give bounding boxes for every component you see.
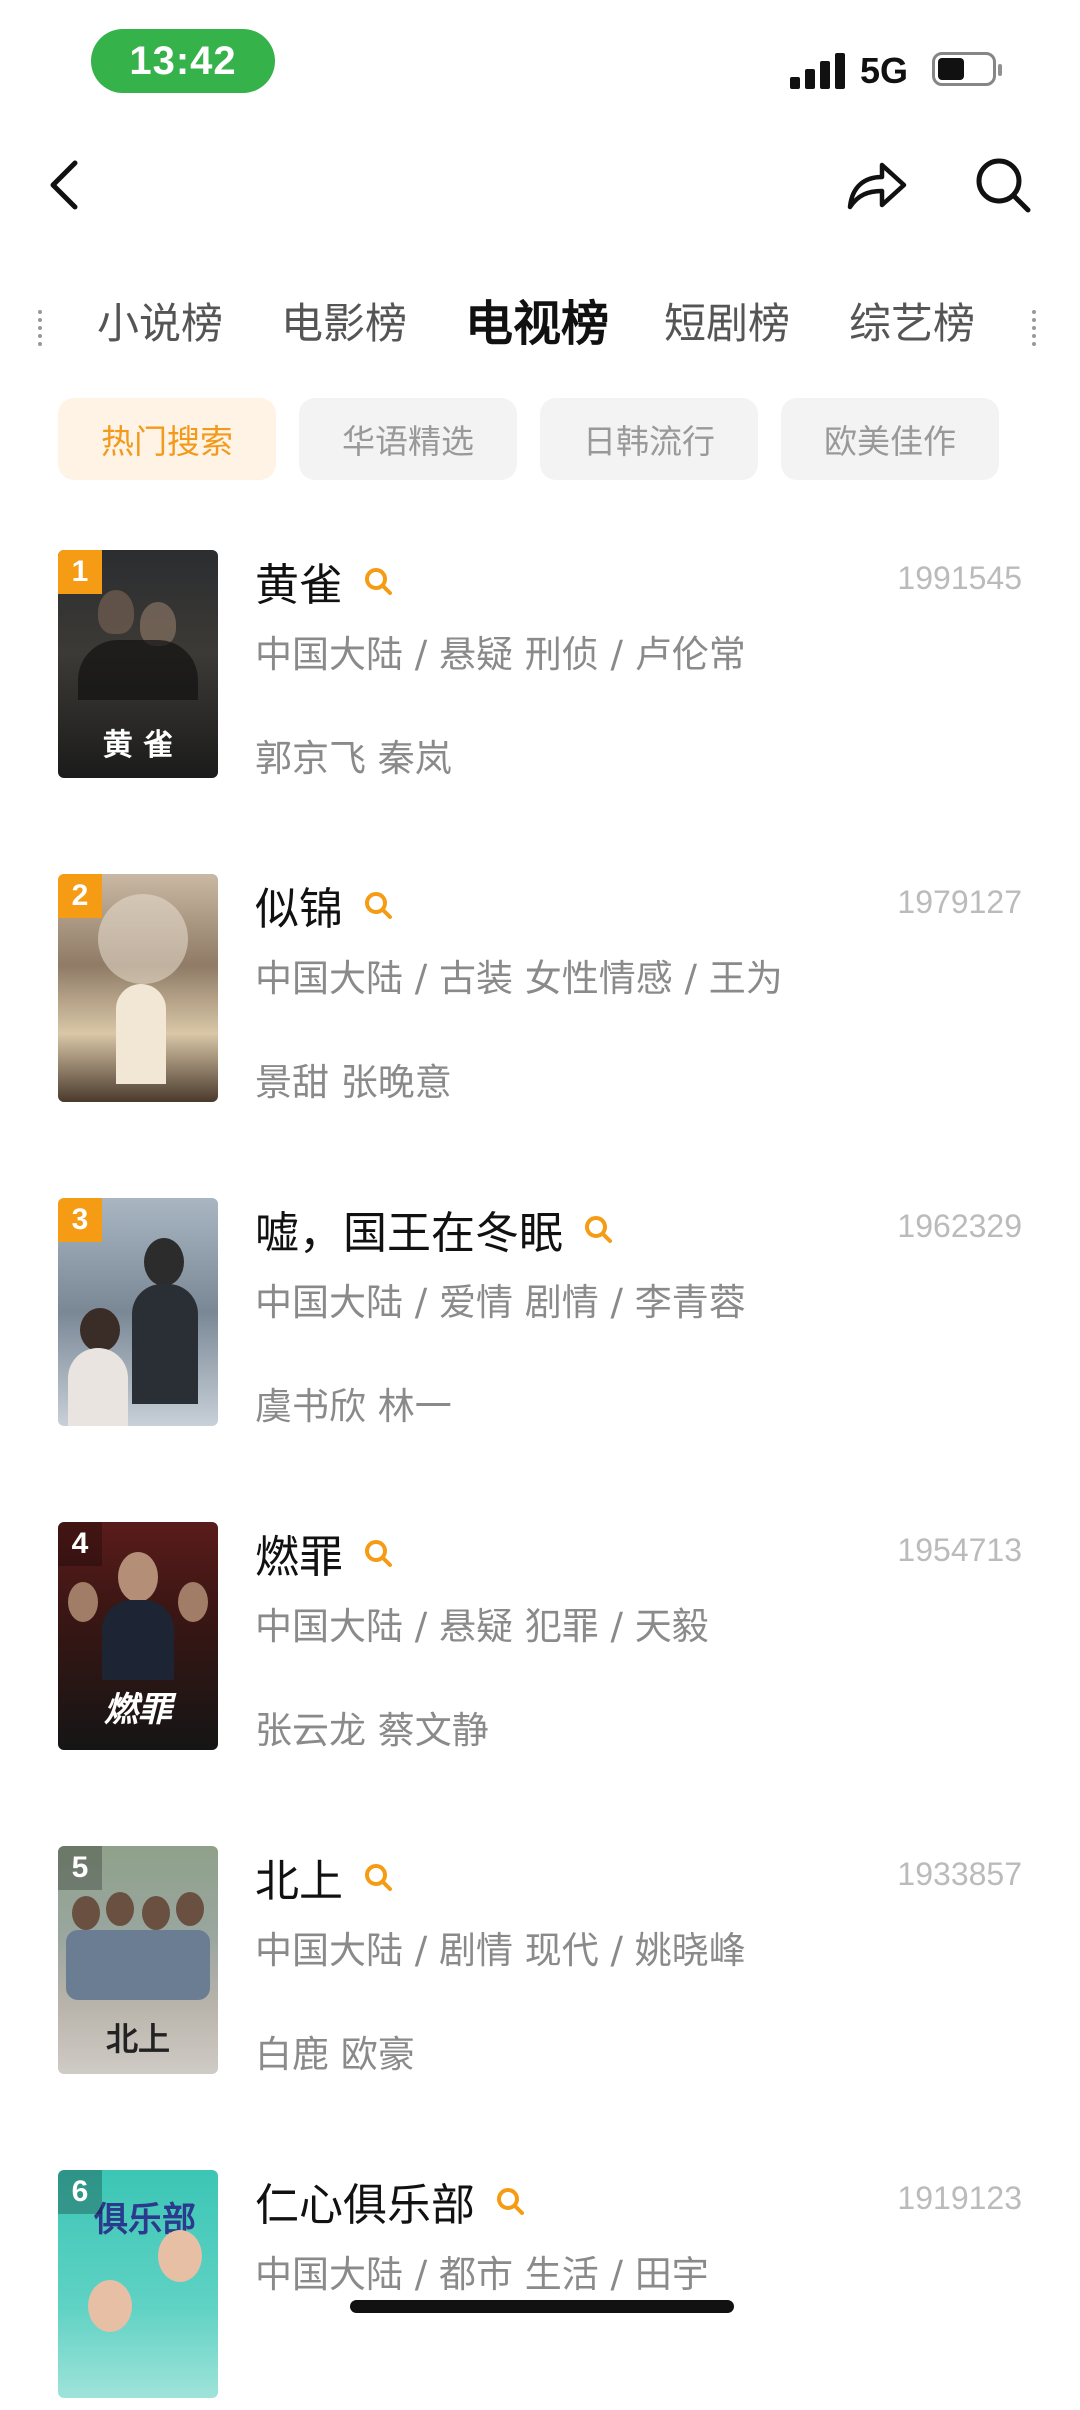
search-icon bbox=[365, 568, 392, 595]
chevron-left-icon bbox=[50, 160, 78, 210]
item-title-text: 仁心俱乐部 bbox=[255, 2180, 475, 2231]
tab-overflow-right bbox=[1032, 310, 1040, 346]
item-title-text: 黄雀 bbox=[255, 560, 343, 611]
search-icon bbox=[976, 158, 1031, 213]
search-count: 1979127 bbox=[897, 884, 1022, 920]
item-meta: 中国大陆 / 悬疑 犯罪 / 天毅 bbox=[255, 1605, 709, 1648]
network-label: 5G bbox=[860, 50, 909, 91]
back-button[interactable] bbox=[30, 150, 100, 220]
tab-overflow-left bbox=[38, 310, 46, 346]
list-item[interactable]: 俱乐部 6 仁心俱乐部 1919123 中国大陆 / 都市 生活 / 田宇 bbox=[0, 2170, 1080, 2410]
chip-western[interactable]: 欧美佳作 bbox=[781, 398, 999, 480]
nav-bar bbox=[0, 130, 1080, 230]
item-cast: 郭京飞 秦岚 bbox=[255, 737, 452, 780]
poster-title: 燃罪 bbox=[104, 1690, 172, 1730]
chip-jp-kr[interactable]: 日韩流行 bbox=[540, 398, 758, 480]
list-item[interactable]: 燃罪 4 燃罪 1954713 中国大陆 / 悬疑 犯罪 / 天毅 张云龙 蔡文… bbox=[0, 1522, 1080, 1762]
item-meta: 中国大陆 / 都市 生活 / 田宇 bbox=[255, 2253, 709, 2296]
share-icon bbox=[847, 162, 907, 210]
search-count: 1954713 bbox=[897, 1532, 1022, 1568]
share-button[interactable] bbox=[842, 150, 912, 220]
item-title: 燃罪 bbox=[255, 1522, 393, 1584]
search-icon bbox=[365, 892, 392, 919]
status-bar: 13:42 5G bbox=[0, 0, 1080, 120]
rank-badge: 1 bbox=[58, 550, 102, 594]
search-count: 1919123 bbox=[897, 2180, 1022, 2216]
search-count: 1991545 bbox=[897, 560, 1022, 596]
tab-tv[interactable]: 电视榜 bbox=[465, 284, 609, 354]
item-cast: 白鹿 欧豪 bbox=[255, 2033, 415, 2076]
item-meta: 中国大陆 / 剧情 现代 / 姚晓峰 bbox=[255, 1929, 746, 1972]
item-cast: 景甜 张晚意 bbox=[255, 1061, 452, 1104]
rank-badge: 4 bbox=[58, 1522, 102, 1566]
search-icon bbox=[365, 1540, 392, 1567]
list-item[interactable]: 北上 5 北上 1933857 中国大陆 / 剧情 现代 / 姚晓峰 白鹿 欧豪 bbox=[0, 1846, 1080, 2086]
search-icon bbox=[365, 1864, 392, 1891]
rank-badge: 5 bbox=[58, 1846, 102, 1890]
search-count: 1962329 bbox=[897, 1208, 1022, 1244]
poster-title: 黄 雀 bbox=[102, 728, 174, 763]
item-meta: 中国大陆 / 古装 女性情感 / 王为 bbox=[255, 957, 783, 1000]
poster-image: 3 bbox=[58, 1198, 218, 1426]
search-count: 1933857 bbox=[897, 1856, 1022, 1892]
item-title: 似锦 bbox=[255, 874, 393, 936]
tab-variety[interactable]: 综艺榜 bbox=[849, 290, 975, 351]
poster-image: 俱乐部 6 bbox=[58, 2170, 218, 2398]
chip-chinese-picks[interactable]: 华语精选 bbox=[299, 398, 517, 480]
list-item[interactable]: 3 嘘，国王在冬眠 1962329 中国大陆 / 爱情 剧情 / 李青蓉 虞书欣… bbox=[0, 1198, 1080, 1438]
item-meta: 中国大陆 / 悬疑 刑侦 / 卢伦常 bbox=[255, 633, 746, 676]
search-icon bbox=[497, 2188, 524, 2215]
item-title-text: 北上 bbox=[255, 1856, 343, 1907]
tab-short-drama[interactable]: 短剧榜 bbox=[664, 290, 790, 351]
item-title-text: 嘘，国王在冬眠 bbox=[255, 1208, 563, 1259]
poster-title: 北上 bbox=[105, 2020, 170, 2058]
tab-movie[interactable]: 电影榜 bbox=[281, 290, 407, 351]
item-meta: 中国大陆 / 爱情 剧情 / 李青蓉 bbox=[255, 1281, 746, 1324]
poster-image: 2 bbox=[58, 874, 218, 1102]
item-title-text: 似锦 bbox=[255, 884, 343, 935]
chip-hot-search[interactable]: 热门搜索 bbox=[58, 398, 276, 480]
poster-image: 黄 雀 1 bbox=[58, 550, 218, 778]
poster-image: 燃罪 4 bbox=[58, 1522, 218, 1750]
item-cast: 虞书欣 林一 bbox=[255, 1385, 452, 1428]
item-title-text: 燃罪 bbox=[255, 1532, 343, 1583]
rank-badge: 3 bbox=[58, 1198, 102, 1242]
item-title: 嘘，国王在冬眠 bbox=[255, 1198, 613, 1260]
category-tabs: 小说榜 电影榜 电视榜 短剧榜 综艺榜 bbox=[0, 290, 1080, 370]
poster-title: 俱乐部 bbox=[94, 2200, 196, 2240]
battery-icon bbox=[932, 52, 1002, 88]
signal-icon bbox=[790, 53, 846, 89]
home-indicator[interactable] bbox=[350, 2300, 734, 2313]
item-cast: 张云龙 蔡文静 bbox=[255, 1709, 489, 1752]
search-icon bbox=[585, 1216, 612, 1243]
list-item[interactable]: 2 似锦 1979127 中国大陆 / 古装 女性情感 / 王为 景甜 张晚意 bbox=[0, 874, 1080, 1114]
search-button[interactable] bbox=[968, 150, 1038, 220]
tab-novel[interactable]: 小说榜 bbox=[97, 290, 223, 351]
item-title: 北上 bbox=[255, 1846, 393, 1908]
status-time: 13:42 bbox=[91, 29, 275, 93]
rank-badge: 6 bbox=[58, 2170, 102, 2214]
item-title: 仁心俱乐部 bbox=[255, 2170, 525, 2232]
poster-image: 北上 5 bbox=[58, 1846, 218, 2074]
rank-badge: 2 bbox=[58, 874, 102, 918]
list-item[interactable]: 黄 雀 1 黄雀 1991545 中国大陆 / 悬疑 刑侦 / 卢伦常 郭京飞 … bbox=[0, 550, 1080, 790]
item-title: 黄雀 bbox=[255, 550, 393, 612]
